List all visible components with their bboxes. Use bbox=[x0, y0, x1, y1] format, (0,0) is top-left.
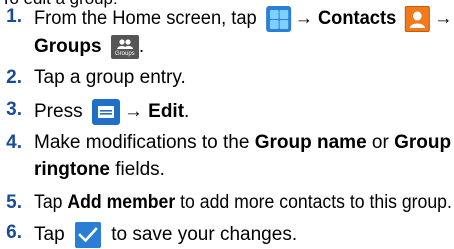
step-text: Tap Add member to add more contacts to t… bbox=[34, 192, 452, 213]
group-ringtone-label-cont: ringtone bbox=[34, 159, 110, 180]
instruction-document: To edit a group: 1. From the Home screen… bbox=[0, 0, 454, 249]
step-number: 2. bbox=[6, 67, 22, 88]
apps-grid-icon bbox=[265, 6, 291, 32]
step-text: Tap a group entry. bbox=[34, 67, 186, 88]
step-number: 1. bbox=[6, 6, 22, 27]
groups-label: Groups bbox=[34, 36, 102, 58]
group-ringtone-label: Group bbox=[394, 132, 452, 153]
step-text: Make modifications to the Group name or … bbox=[34, 132, 452, 153]
group-name-label: Group name bbox=[254, 132, 367, 153]
checkmark-icon bbox=[74, 222, 101, 248]
step-number: 4. bbox=[6, 132, 22, 153]
groups-icon: Groups bbox=[110, 35, 139, 59]
step-text: From the Home screen, tap → Contacts → bbox=[34, 6, 452, 32]
step-text: Tap to save your changes. bbox=[34, 222, 297, 248]
menu-icon bbox=[91, 99, 120, 125]
edit-label: Edit bbox=[148, 101, 185, 123]
step-text: Groups Groups . bbox=[34, 35, 145, 59]
step-number: 5. bbox=[6, 192, 22, 213]
contacts-icon bbox=[405, 6, 431, 32]
step-text: ringtone fields. bbox=[34, 159, 165, 180]
groups-icon-caption: Groups bbox=[115, 51, 135, 57]
contacts-label: Contacts bbox=[317, 8, 397, 30]
step-number: 3. bbox=[6, 99, 22, 120]
add-member-label: Add member bbox=[67, 192, 176, 213]
step-number: 6. bbox=[6, 222, 22, 243]
step-text: Press → Edit. bbox=[34, 99, 189, 125]
